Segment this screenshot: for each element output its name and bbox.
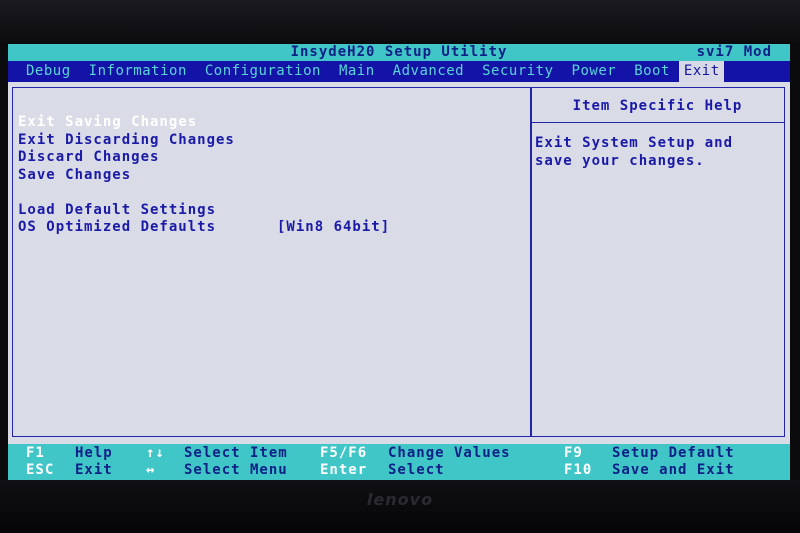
key-f10: F10 xyxy=(564,462,593,478)
tab-configuration[interactable]: Configuration xyxy=(196,61,330,82)
key-enter: Enter xyxy=(320,462,368,478)
menu-item-discard-changes[interactable]: Discard Changes xyxy=(18,149,159,166)
key-f5-f6: F5/F6 xyxy=(320,445,368,461)
os-optimized-defaults-value[interactable]: [Win8 64bit] xyxy=(277,219,390,236)
menu-item-exit-discarding-changes[interactable]: Exit Discarding Changes xyxy=(18,132,235,149)
tab-security[interactable]: Security xyxy=(473,61,562,82)
menu-item-os-optimized-defaults[interactable]: OS Optimized Defaults xyxy=(18,219,216,236)
key-f5-f6-desc: Change Values xyxy=(388,445,511,461)
key-f9: F9 xyxy=(564,445,583,461)
lenovo-logo: lenovo xyxy=(366,490,434,509)
help-text: Exit System Setup and save your changes. xyxy=(535,134,775,170)
help-line: save your changes. xyxy=(535,153,705,169)
key-arrows-desc: Select Item xyxy=(184,445,288,461)
menu-item-exit-saving-changes[interactable]: Exit Saving Changes xyxy=(18,114,197,131)
help-title: Item Specific Help xyxy=(531,88,784,123)
tab-power[interactable]: Power xyxy=(563,61,626,82)
key-legend-bar: F1 Help ↑↓ Select Item F5/F6 Change Valu… xyxy=(8,444,790,480)
exit-options-panel: Exit Saving Changes Exit Discarding Chan… xyxy=(12,87,532,437)
app-title: InsydeH20 Setup Utility xyxy=(290,44,508,60)
help-panel: Item Specific Help Exit System Setup and… xyxy=(530,87,785,437)
tab-main[interactable]: Main xyxy=(330,61,384,82)
tab-exit[interactable]: Exit xyxy=(678,61,724,82)
help-line: Exit System Setup and xyxy=(535,135,734,151)
arrow-up-down-icon: ↑↓ xyxy=(146,445,165,461)
menu-item-save-changes[interactable]: Save Changes xyxy=(18,167,131,184)
key-f1: F1 xyxy=(26,445,45,461)
key-enter-desc: Select xyxy=(388,462,445,478)
model-label: svi7 Mod xyxy=(696,44,772,60)
key-esc: ESC xyxy=(26,462,55,478)
title-bar: InsydeH20 Setup Utility svi7 Mod xyxy=(8,44,790,61)
menu-item-load-default-settings[interactable]: Load Default Settings xyxy=(18,202,216,219)
key-arrows-lr-desc: Select Menu xyxy=(184,462,288,478)
tab-boot[interactable]: Boot xyxy=(625,61,679,82)
tab-advanced[interactable]: Advanced xyxy=(384,61,473,82)
monitor-bezel-top xyxy=(0,0,800,42)
menu-bar: Debug Information Configuration Main Adv… xyxy=(8,61,790,82)
key-f1-desc: Help xyxy=(75,445,113,461)
bios-screen: InsydeH20 Setup Utility svi7 Mod Debug I… xyxy=(8,44,790,480)
tab-debug[interactable]: Debug xyxy=(8,61,80,82)
key-f10-desc: Save and Exit xyxy=(612,462,735,478)
tab-information[interactable]: Information xyxy=(80,61,196,82)
arrow-left-right-icon: ↔ xyxy=(146,462,156,478)
key-f9-desc: Setup Default xyxy=(612,445,735,461)
key-esc-desc: Exit xyxy=(75,462,113,478)
